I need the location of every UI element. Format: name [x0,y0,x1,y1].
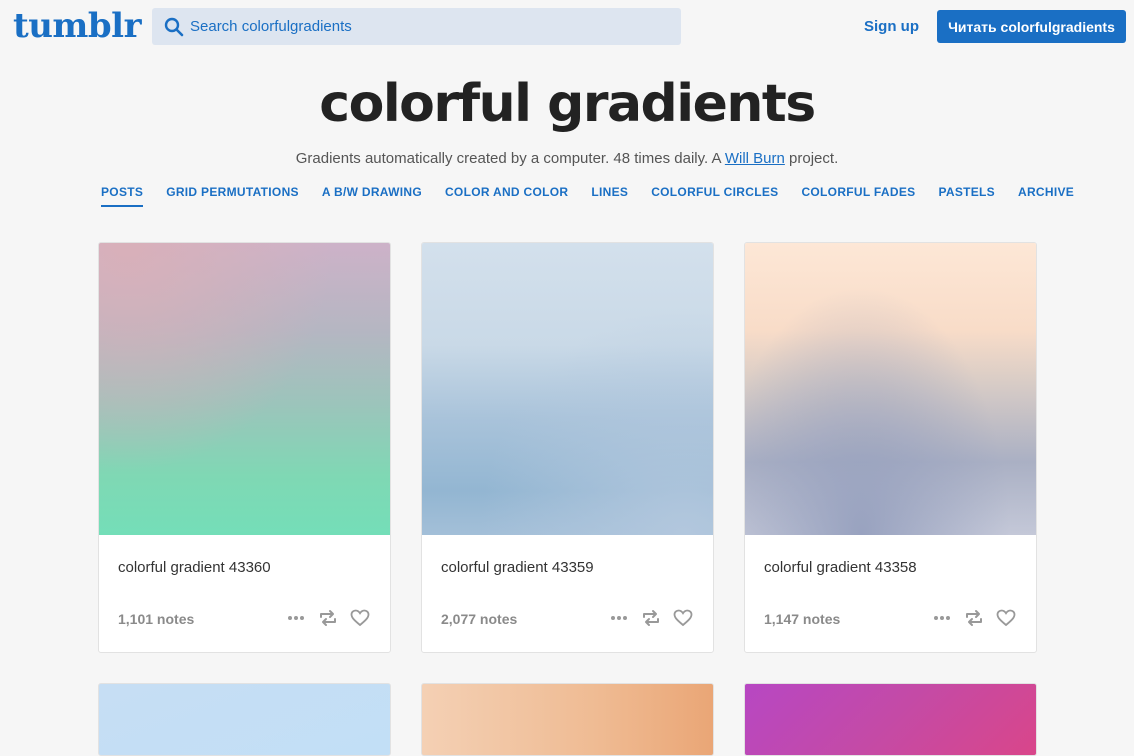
nav-item-posts[interactable]: POSTS [101,185,144,207]
heart-icon[interactable] [350,608,370,628]
reblog-icon[interactable] [964,608,984,628]
post-actions [932,608,1016,628]
post-image[interactable] [744,683,1037,756]
search-icon [164,17,184,37]
post-card: colorful gradient 43359 2,077 notes [421,242,714,653]
more-icon[interactable] [609,608,629,628]
description-text-end: project. [784,150,839,167]
author-link[interactable]: Will Burn [725,150,785,167]
post-actions [609,608,693,628]
nav-item-colorful-circles[interactable]: COLORFUL CIRCLES [651,185,778,207]
heart-icon[interactable] [996,608,1016,628]
nav-item-archive[interactable]: ARCHIVE [1018,185,1074,207]
heart-icon[interactable] [673,608,693,628]
post-image[interactable] [98,683,391,756]
post-title[interactable]: colorful gradient 43358 [764,559,917,576]
blog-title: colorful gradients [319,74,816,134]
nav-item-color-and-color[interactable]: COLOR AND COLOR [445,185,568,207]
nav-item-bw-drawing[interactable]: A B/W DRAWING [322,185,422,207]
post-card: colorful gradient 43358 1,147 notes [744,242,1037,653]
post-title[interactable]: colorful gradient 43360 [118,559,271,576]
search-bar[interactable] [152,8,681,45]
post-image[interactable] [745,243,1036,535]
blog-nav: POSTS GRID PERMUTATIONS A B/W DRAWING CO… [101,185,1074,207]
post-card: colorful gradient 43360 1,101 notes [98,242,391,653]
nav-item-grid-permutations[interactable]: GRID PERMUTATIONS [166,185,299,207]
search-input[interactable] [190,8,670,45]
blog-description: Gradients automatically created by a com… [0,150,1134,167]
post-title[interactable]: colorful gradient 43359 [441,559,594,576]
tumblr-logo[interactable]: tumblr [13,6,142,46]
post-image[interactable] [421,683,714,756]
more-icon[interactable] [932,608,952,628]
header: tumblr Sign up Читать colorfulgradients [0,0,1134,54]
post-notes[interactable]: 1,101 notes [118,611,194,627]
more-icon[interactable] [286,608,306,628]
reblog-icon[interactable] [318,608,338,628]
nav-item-lines[interactable]: LINES [591,185,628,207]
post-notes[interactable]: 2,077 notes [441,611,517,627]
signup-link[interactable]: Sign up [864,18,919,35]
post-actions [286,608,370,628]
post-notes[interactable]: 1,147 notes [764,611,840,627]
nav-item-pastels[interactable]: PASTELS [938,185,995,207]
follow-button[interactable]: Читать colorfulgradients [937,10,1126,43]
description-text: Gradients automatically created by a com… [295,150,725,167]
post-image[interactable] [99,243,390,535]
post-image[interactable] [422,243,713,535]
reblog-icon[interactable] [641,608,661,628]
nav-item-colorful-fades[interactable]: COLORFUL FADES [801,185,915,207]
